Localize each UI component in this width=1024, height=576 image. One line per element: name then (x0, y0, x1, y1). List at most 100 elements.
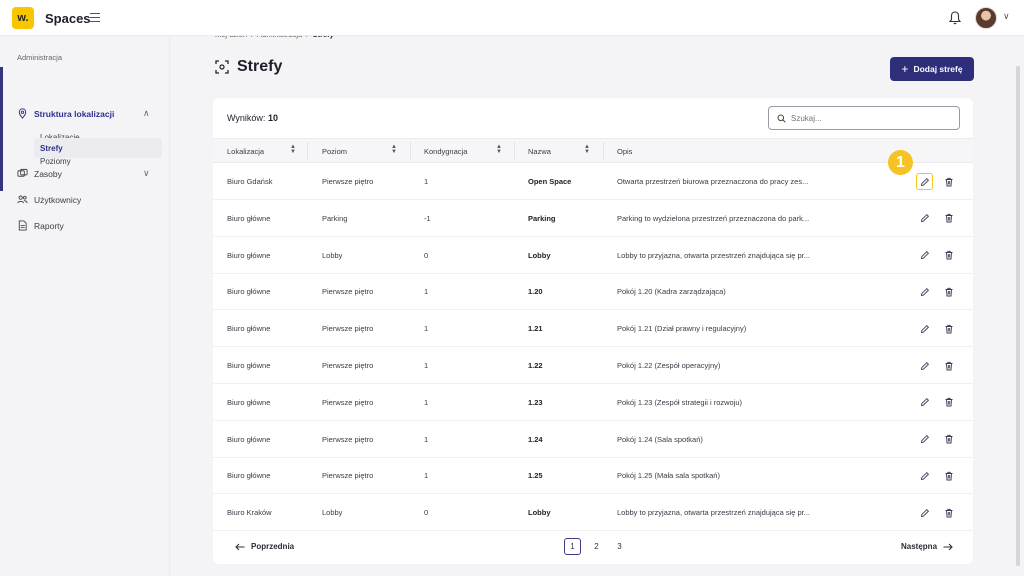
edit-button[interactable] (916, 173, 933, 190)
chevron-down-icon[interactable]: ∨ (143, 168, 150, 179)
sidebar-item-label: Struktura lokalizacji (34, 108, 115, 119)
previous-page-button[interactable]: Poprzednia (235, 542, 294, 551)
zone-icon (215, 60, 229, 74)
table-row[interactable]: Biuro główne Parking -1 Parking Parking to w… (213, 200, 973, 237)
table-header: Lokalizacja ▲ ▼ Poziom ▲ ▼ Kondygnacja ▲ ▼ … (213, 138, 973, 163)
table-row[interactable]: Biuro główne Pierwsze piętro 1 1.25 Pokój 1.… (213, 457, 973, 495)
edit-button[interactable] (916, 320, 933, 337)
column-header-nazwa[interactable]: Nazwa (528, 147, 551, 156)
pencil-icon (920, 398, 929, 407)
sidebar-item-label: Zasoby (34, 168, 62, 179)
edit-button[interactable] (916, 467, 933, 484)
sidebar-item-resources[interactable]: Zasoby (17, 168, 62, 179)
cell-opis: Otwarta przestrzeń biurowa przeznaczona … (617, 177, 809, 186)
sidebar-item-reports[interactable]: Raporty (17, 220, 64, 231)
cell-kondygnacja: 0 (424, 250, 429, 260)
trash-icon (945, 287, 952, 297)
edit-button[interactable] (916, 210, 933, 227)
chevron-down-icon[interactable]: ∨ (1003, 11, 1010, 22)
table-row[interactable]: Biuro główne Pierwsze piętro 1 1.22 Pokój 1.… (213, 347, 973, 384)
cell-kondygnacja: 1 (424, 287, 429, 297)
edit-button[interactable] (916, 504, 933, 521)
column-header-lokalizacja[interactable]: Lokalizacja (227, 147, 264, 156)
cell-lokalizacja: Biuro Gdańsk (227, 177, 273, 186)
delete-button[interactable] (940, 431, 957, 448)
table-row[interactable]: Biuro Gdańsk Pierwsze piętro 1 Open Space Ot… (213, 163, 973, 200)
delete-button[interactable] (940, 357, 957, 374)
menu-icon[interactable] (90, 13, 100, 22)
delete-button[interactable] (940, 173, 957, 190)
sort-icon[interactable]: ▲ ▼ (290, 144, 296, 155)
delete-button[interactable] (940, 467, 957, 484)
table-row[interactable]: Biuro Kraków Lobby 0 Lobby Lobby to przyjazn… (213, 494, 973, 532)
sidebar-item-users[interactable]: Użytkownicy (17, 194, 81, 205)
table-row[interactable]: Biuro główne Pierwsze piętro 1 1.21 Pokój 1.… (213, 310, 973, 348)
page-scrollbar[interactable] (1016, 66, 1020, 566)
column-divider (514, 142, 515, 160)
table-row[interactable]: Biuro główne Pierwsze piętro 1 1.20 Pokój 1.… (213, 273, 973, 311)
cell-opis: Pokój 1.22 (Zespół operacyjny) (617, 361, 721, 370)
cell-poziom: Lobby (322, 250, 343, 260)
edit-button[interactable] (916, 247, 933, 264)
page-3-button[interactable]: 3 (611, 538, 628, 555)
search-box[interactable] (768, 106, 960, 130)
delete-button[interactable] (940, 247, 957, 264)
edit-button[interactable] (916, 283, 933, 300)
sidebar-item-strefy[interactable]: Strefy (34, 138, 162, 158)
pencil-icon (920, 508, 929, 517)
page-2-button[interactable]: 2 (588, 538, 605, 555)
column-header-kondygnacja[interactable]: Kondygnacja (424, 147, 467, 156)
cell-opis: Lobby to przyjazna, otwarta przestrzeń z… (617, 250, 811, 260)
sort-icon[interactable]: ▲ ▼ (391, 144, 397, 155)
edit-button[interactable] (916, 357, 933, 374)
page-1-button[interactable]: 1 (564, 538, 581, 555)
cell-opis: Pokój 1.24 (Sala spotkań) (617, 434, 703, 444)
cell-lokalizacja: Biuro główne (227, 397, 271, 407)
pencil-icon (920, 435, 929, 444)
arrow-right-icon (943, 543, 953, 550)
delete-button[interactable] (940, 210, 957, 227)
delete-button[interactable] (940, 394, 957, 411)
table-row[interactable]: Biuro główne Pierwsze piętro 1 1.23 Pokój 1.… (213, 384, 973, 421)
edit-button[interactable] (916, 431, 933, 448)
avatar[interactable] (975, 7, 997, 29)
cell-nazwa: Parking (528, 213, 556, 223)
add-zone-button[interactable]: + Dodaj strefę (890, 57, 974, 81)
column-header-poziom[interactable]: Poziom (322, 147, 347, 156)
table-row[interactable]: Biuro główne Pierwsze piętro 1 1.24 Pokój 1.… (213, 421, 973, 458)
cell-kondygnacja: 1 (424, 434, 429, 444)
sidebar-item-structure[interactable]: Struktura lokalizacji (17, 108, 114, 119)
cell-lokalizacja: Biuro główne (227, 434, 271, 444)
cell-poziom: Lobby (322, 508, 343, 518)
chevron-up-icon[interactable]: ∧ (143, 108, 150, 119)
cell-kondygnacja: 0 (424, 508, 429, 518)
delete-button[interactable] (940, 283, 957, 300)
sort-icon[interactable]: ▲ ▼ (496, 144, 502, 155)
sidebar-item-poziomy[interactable]: Poziomy (40, 157, 71, 166)
cell-nazwa: 1.24 (528, 434, 543, 444)
cell-nazwa: Lobby (528, 250, 551, 260)
cell-kondygnacja: 1 (424, 324, 429, 334)
trash-icon (945, 434, 952, 444)
delete-button[interactable] (940, 320, 957, 337)
edit-button[interactable] (916, 394, 933, 411)
sidebar: Administracja Struktura lokalizacji ∧ Lo… (0, 36, 170, 576)
bell-icon[interactable] (948, 10, 962, 26)
table-row[interactable]: Biuro główne Lobby 0 Lobby Lobby to przyjazn… (213, 237, 973, 274)
trash-icon (945, 250, 952, 260)
app-logo[interactable]: w. (12, 7, 34, 29)
cell-nazwa: 1.20 (528, 287, 543, 297)
column-header-opis[interactable]: Opis (617, 147, 632, 156)
results-value: 10 (267, 113, 278, 123)
cell-nazwa: Open Space (528, 177, 572, 186)
cell-kondygnacja: -1 (424, 213, 431, 223)
search-input[interactable] (791, 113, 951, 123)
cell-lokalizacja: Biuro główne (227, 250, 271, 260)
cell-opis: Pokój 1.23 (Zespół strategii i rozwoju) (617, 397, 743, 407)
next-page-button[interactable]: Następna (901, 542, 953, 551)
cell-opis: Lobby to przyjazna, otwarta przestrzeń z… (617, 508, 811, 518)
app-title: Spaces (45, 11, 91, 26)
sort-icon[interactable]: ▲ ▼ (584, 144, 590, 155)
cell-nazwa: 1.21 (528, 324, 543, 334)
delete-button[interactable] (940, 504, 957, 521)
